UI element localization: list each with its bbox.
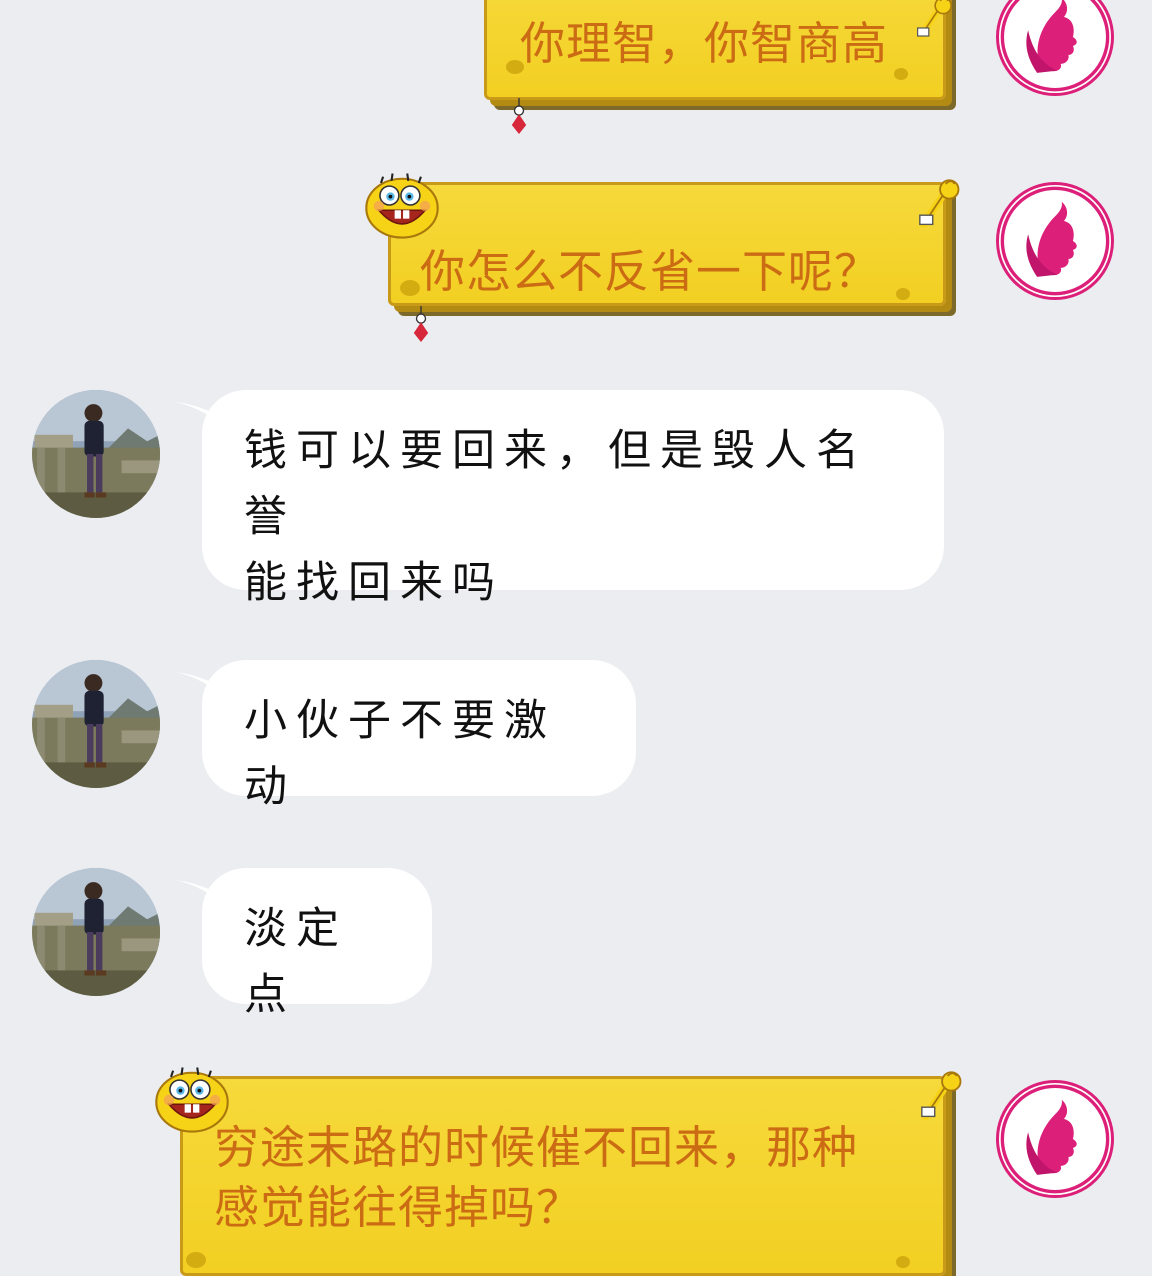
chat-bubble-sponge[interactable]: 你理智，你智商高	[484, 0, 946, 100]
message-row: 你怎么不反省一下呢？	[0, 160, 1152, 360]
message-text-line: 穷途末路的时候催不回来，那种	[214, 1121, 859, 1174]
message-text: 小伙子不要激动	[244, 696, 556, 812]
bubble-hole	[896, 288, 910, 300]
tassel-icon	[508, 98, 530, 134]
message-row: 钱可以要回来，但是毁人名誉 能找回来吗	[0, 380, 1152, 610]
message-row: 淡定点	[0, 858, 1152, 1020]
tassel-icon	[410, 306, 432, 342]
woman-profile-icon[interactable]	[996, 182, 1114, 300]
man-photo-avatar[interactable]	[32, 660, 160, 788]
message-text: 你理智，你智商高	[520, 17, 889, 70]
bubble-hole	[186, 1252, 206, 1268]
chat-bubble-white[interactable]: 小伙子不要激动	[176, 660, 636, 812]
bubble-tail	[176, 672, 232, 710]
man-photo-avatar[interactable]	[32, 390, 160, 518]
thumbs-up-icon	[918, 178, 964, 234]
bubble-hole	[894, 68, 908, 80]
message-text: 淡定点	[244, 904, 348, 1020]
thumbs-up-icon	[916, 0, 956, 44]
woman-profile-icon[interactable]	[996, 0, 1114, 96]
woman-profile-icon[interactable]	[996, 1080, 1114, 1198]
chat-bubble-sponge[interactable]: 你怎么不反省一下呢？	[388, 182, 946, 306]
spongebob-face-icon	[360, 168, 444, 242]
message-row: 穷途末路的时候催不回来，那种 感觉能往得掉吗？	[0, 1058, 1152, 1276]
chat-bubble-white[interactable]: 淡定点	[176, 868, 432, 1020]
spongebob-face-icon	[150, 1062, 234, 1136]
message-row: 你理智，你智商高	[0, 0, 1152, 140]
man-photo-avatar[interactable]	[32, 868, 160, 996]
bubble-hole	[400, 280, 420, 296]
message-text-line: 能找回来吗	[244, 558, 504, 608]
message-row: 小伙子不要激动	[0, 650, 1152, 812]
message-text: 你怎么不反省一下呢？	[420, 245, 881, 298]
bubble-tail	[176, 880, 232, 918]
bubble-hole	[896, 1256, 910, 1268]
message-text-line: 钱可以要回来，但是毁人名誉	[244, 426, 868, 542]
thumbs-up-icon	[920, 1070, 966, 1126]
chat-bubble-sponge[interactable]: 穷途末路的时候催不回来，那种 感觉能往得掉吗？	[180, 1076, 946, 1276]
message-text-line: 感觉能往得掉吗？	[214, 1181, 583, 1234]
bubble-tail	[176, 402, 232, 440]
chat-bubble-white[interactable]: 钱可以要回来，但是毁人名誉 能找回来吗	[176, 390, 944, 608]
